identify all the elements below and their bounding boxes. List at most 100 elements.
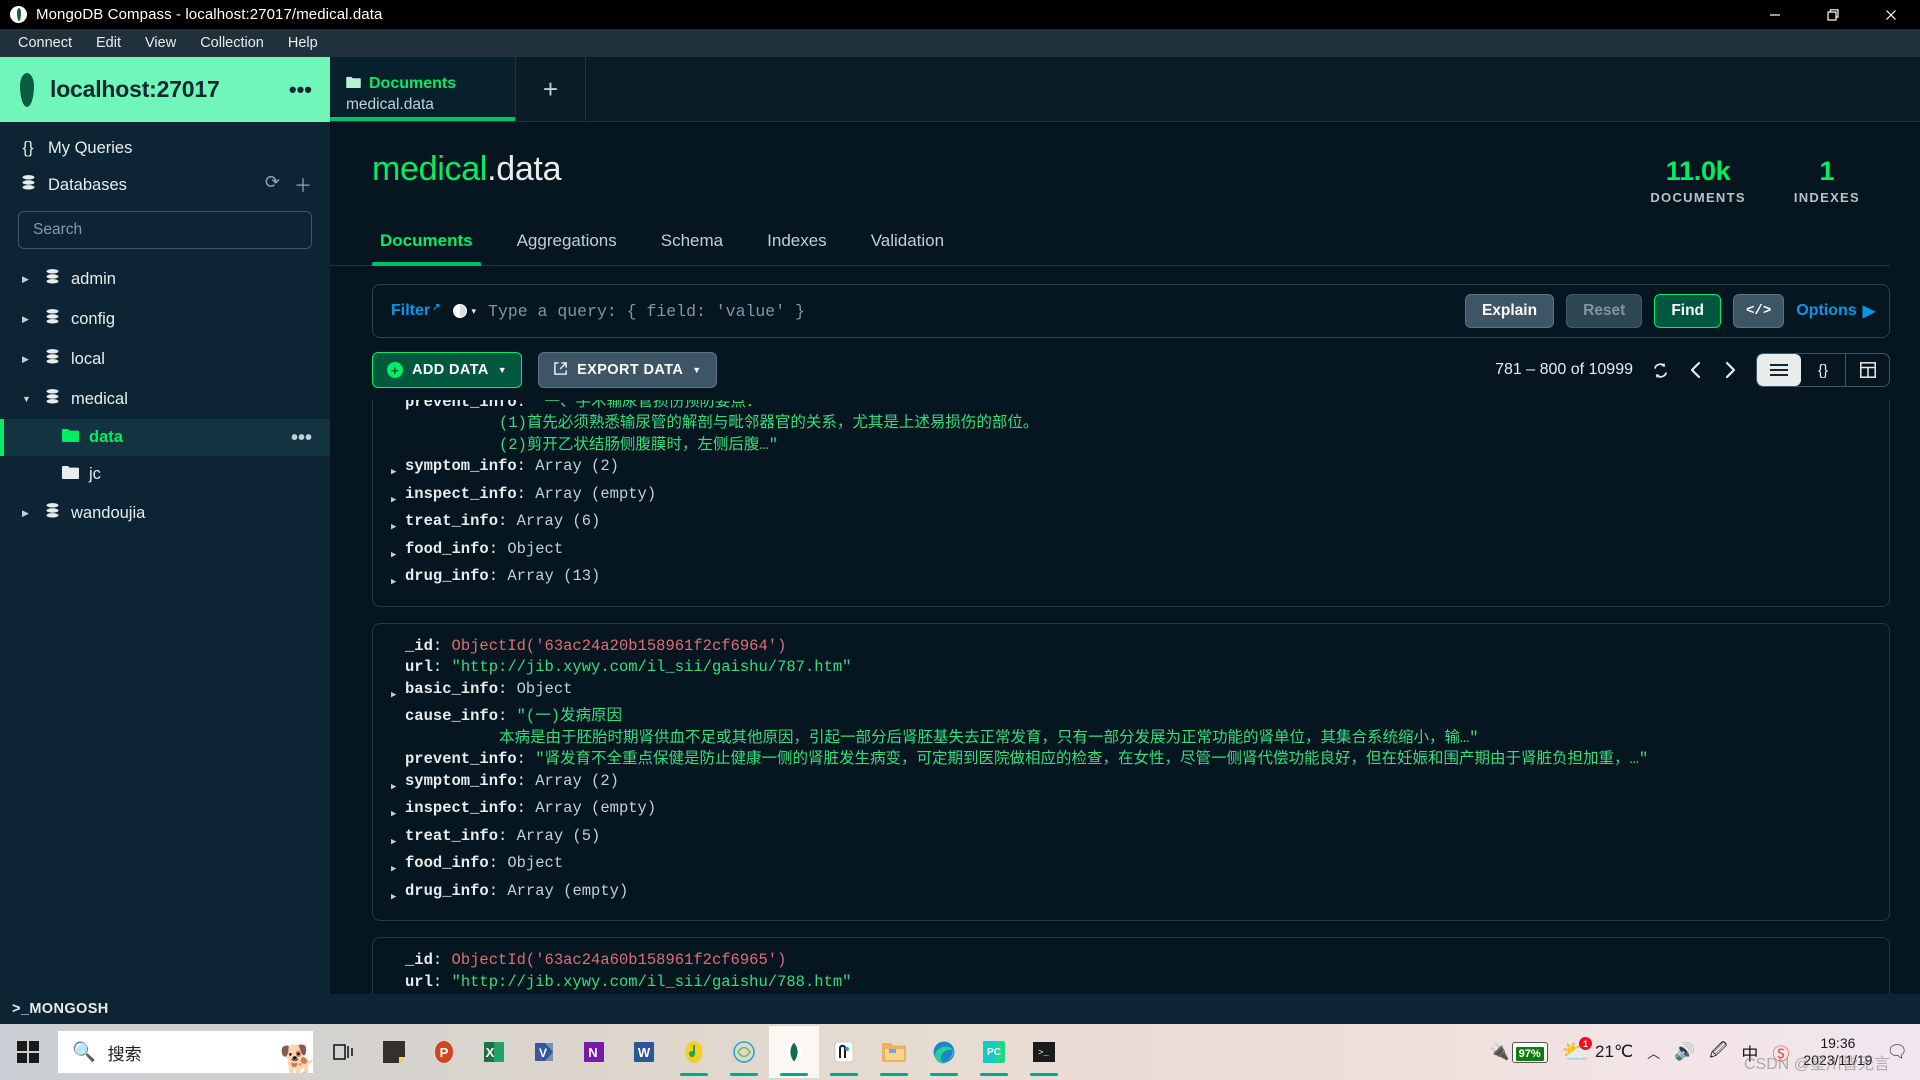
reset-button[interactable]: Reset <box>1566 294 1643 328</box>
external-link-icon[interactable]: ↗ <box>432 302 440 313</box>
close-button[interactable] <box>1862 0 1920 29</box>
document-field[interactable]: ▶ symptom_info: Array (2) <box>391 456 1871 484</box>
powerpoint-icon[interactable]: P <box>419 1026 469 1078</box>
start-button[interactable] <box>0 1024 56 1080</box>
action-center-icon[interactable]: 🗨 <box>1886 1042 1908 1062</box>
chevron-right-icon[interactable]: ▶ <box>391 881 405 909</box>
document-field[interactable]: ▶ treat_info: Array (5) <box>391 826 1871 854</box>
document-field[interactable]: url: "http://jib.xywy.com/il_sii/gaishu/… <box>391 972 1871 994</box>
task-view-button[interactable] <box>319 1026 369 1078</box>
chevron-down-icon[interactable]: ▼ <box>22 394 34 404</box>
show-hidden-icons-chevron-icon[interactable]: ︿ <box>1647 1043 1660 1062</box>
document-field[interactable]: cause_info: "(一)发病原因 <box>391 706 1871 728</box>
tab-schema[interactable]: Schema <box>639 221 745 265</box>
prev-page-button[interactable] <box>1688 361 1704 379</box>
document-card[interactable]: _id: ObjectId('63ac24a60b158961f2cf6965'… <box>372 937 1890 994</box>
collection-menu-icon[interactable]: ••• <box>291 428 312 448</box>
chevron-right-icon[interactable]: ▶ <box>391 798 405 826</box>
sticky-notes-icon[interactable] <box>369 1026 419 1078</box>
refresh-icon[interactable] <box>1651 361 1670 380</box>
list-view-button[interactable] <box>1757 354 1801 386</box>
sogou-icon[interactable]: Ⓢ <box>1772 1040 1789 1065</box>
chevron-right-icon[interactable]: ▶ <box>22 508 34 519</box>
chevron-right-icon[interactable]: ▶ <box>22 354 34 365</box>
chevron-right-icon[interactable]: ▶ <box>391 853 405 881</box>
taskbar-search[interactable]: 🔍 搜索 🐕 <box>58 1031 313 1073</box>
battery-status[interactable]: 🔌 97% <box>1490 1041 1548 1063</box>
taskbar-clock[interactable]: 19:36 2023/11/19 <box>1803 1035 1872 1069</box>
word-icon[interactable]: W <box>619 1026 669 1078</box>
sidebar-db-admin[interactable]: ▶ admin <box>0 259 330 299</box>
table-view-button[interactable] <box>1845 354 1889 386</box>
sidebar-db-wandoujia[interactable]: ▶ wandoujia <box>0 493 330 533</box>
document-card[interactable]: cause_info: 以开放损伤性侧瘢痕管损伤取术光的水肿，上支连他防线线能和… <box>372 400 1890 607</box>
chevron-right-icon[interactable]: ▶ <box>22 274 34 285</box>
query-input[interactable] <box>488 301 1453 321</box>
chevron-right-icon[interactable]: ▶ <box>22 314 34 325</box>
document-field[interactable]: _id: ObjectId('63ac24a60b158961f2cf6965'… <box>391 950 1871 972</box>
chevron-right-icon[interactable]: ▶ <box>391 484 405 512</box>
next-page-button[interactable] <box>1722 361 1738 379</box>
chevron-right-icon[interactable]: ▶ <box>391 566 405 594</box>
document-card[interactable]: _id: ObjectId('63ac24a20b158961f2cf6964'… <box>372 622 1890 921</box>
connection-menu-icon[interactable]: ••• <box>289 78 312 100</box>
terminal-icon[interactable]: >_ <box>1019 1026 1069 1078</box>
menu-collection[interactable]: Collection <box>188 32 276 54</box>
tab-aggregations[interactable]: Aggregations <box>495 221 639 265</box>
find-button[interactable]: Find <box>1654 294 1722 328</box>
sidebar-item-my-queries[interactable]: {} My Queries <box>0 132 330 165</box>
minimize-button[interactable] <box>1746 0 1804 29</box>
menu-edit[interactable]: Edit <box>84 32 133 54</box>
chevron-right-icon[interactable]: ▶ <box>391 539 405 567</box>
pen-icon[interactable]: 🖉 <box>1709 1038 1727 1067</box>
document-field[interactable]: prevent_info: "肾发育不全重点保健是防止健康一侧的肾脏发生病变，可… <box>391 749 1871 771</box>
netease-music-icon[interactable] <box>669 1026 719 1078</box>
query-options-toggle[interactable]: Options ▶ <box>1796 301 1875 321</box>
sidebar-db-config[interactable]: ▶ config <box>0 299 330 339</box>
wps-icon[interactable] <box>719 1026 769 1078</box>
filter-label[interactable]: Filter ↗ <box>391 302 441 320</box>
export-data-button[interactable]: EXPORT DATA ▼ <box>538 352 717 388</box>
document-field[interactable]: ▶ food_info: Object <box>391 853 1871 881</box>
sidebar-db-medical[interactable]: ▼ medical <box>0 379 330 419</box>
chevron-right-icon[interactable]: ▶ <box>391 771 405 799</box>
search-input[interactable] <box>18 211 312 249</box>
menu-help[interactable]: Help <box>276 32 330 54</box>
documents-list[interactable]: cause_info: 以开放损伤性侧瘢痕管损伤取术光的水肿，上支连他防线线能和… <box>372 400 1890 994</box>
tab-documents[interactable]: Documents <box>372 221 495 266</box>
mongodb-compass-icon[interactable] <box>769 1026 819 1078</box>
excel-icon[interactable]: X <box>469 1026 519 1078</box>
ime-indicator[interactable]: 中 <box>1741 1040 1758 1065</box>
document-field[interactable]: ▶ inspect_info: Array (empty) <box>391 798 1871 826</box>
menu-view[interactable]: View <box>133 32 188 54</box>
json-view-button[interactable]: {} <box>1801 354 1845 386</box>
edge-icon[interactable] <box>919 1026 969 1078</box>
chevron-right-icon[interactable]: ▶ <box>391 456 405 484</box>
document-field[interactable]: ▶ food_info: Object <box>391 539 1871 567</box>
sidebar-collection-data[interactable]: data ••• <box>0 419 330 456</box>
document-field[interactable]: ▶ drug_info: Array (13) <box>391 566 1871 594</box>
document-field[interactable]: ▶ inspect_info: Array (empty) <box>391 484 1871 512</box>
chevron-right-icon[interactable]: ▶ <box>391 511 405 539</box>
add-data-button[interactable]: + ADD DATA ▼ <box>372 352 523 388</box>
document-field[interactable]: ▶ drug_info: Array (empty) <box>391 881 1871 909</box>
sidebar-db-local[interactable]: ▶ local <box>0 339 330 379</box>
new-tab-button[interactable]: + <box>516 57 586 121</box>
tab-validation[interactable]: Validation <box>849 221 966 265</box>
document-field[interactable]: ▶ treat_info: Array (6) <box>391 511 1871 539</box>
onenote-icon[interactable]: N <box>569 1026 619 1078</box>
tab-indexes[interactable]: Indexes <box>745 221 849 265</box>
refresh-icon[interactable]: ⟳ <box>265 172 280 198</box>
menu-connect[interactable]: Connect <box>6 32 84 54</box>
pycharm-icon[interactable]: PC <box>969 1026 1019 1078</box>
maximize-button[interactable] <box>1804 0 1862 29</box>
visio-icon[interactable]: V <box>519 1026 569 1078</box>
document-field[interactable]: ▶ symptom_info: Array (2) <box>391 771 1871 799</box>
workspace-tab-documents[interactable]: Documents medical.data <box>330 57 516 121</box>
sidebar-item-databases[interactable]: Databases ⟳ ＋ <box>0 165 330 205</box>
sidebar-collection-jc[interactable]: jc ••• <box>0 456 330 493</box>
document-field[interactable]: url: "http://jib.xywy.com/il_sii/gaishu/… <box>391 657 1871 679</box>
plus-icon[interactable]: ＋ <box>294 172 312 198</box>
mongosh-bar[interactable]: >_MONGOSH <box>0 994 1920 1024</box>
chevron-right-icon[interactable]: ▶ <box>391 826 405 854</box>
